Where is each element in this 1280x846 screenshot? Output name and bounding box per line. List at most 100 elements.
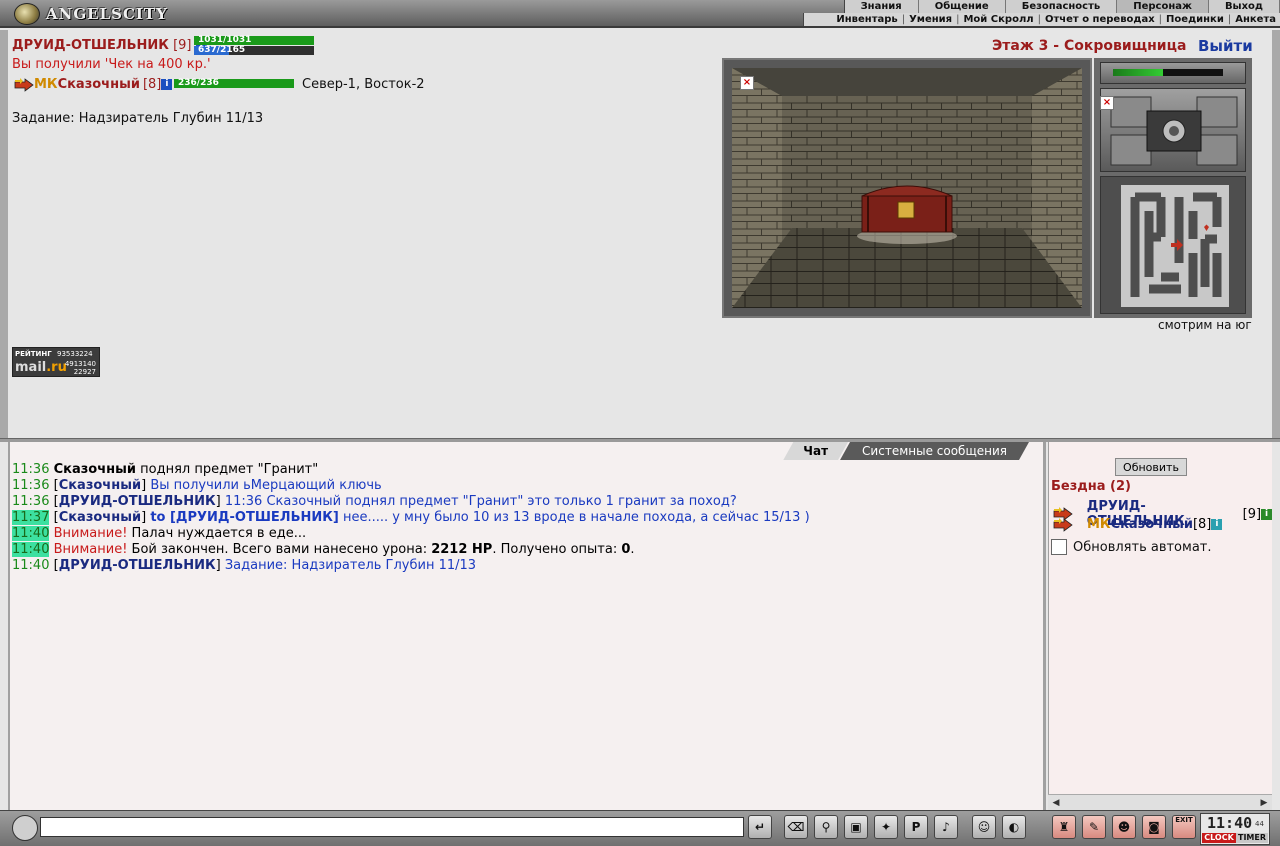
exit-button[interactable]: EXIT	[1172, 815, 1196, 839]
bag-icon[interactable]: ◙	[1142, 815, 1166, 839]
menu-knowledge[interactable]: Знания	[845, 0, 919, 13]
submenu-profile[interactable]: Анкета	[1231, 13, 1280, 26]
eraser-icon[interactable]: ⌫	[784, 815, 808, 839]
info-icon[interactable]: i	[1211, 519, 1223, 530]
auto-refresh[interactable]: Обновлять автомат.	[1051, 539, 1212, 555]
scroll-icon[interactable]: ✎	[1082, 815, 1106, 839]
helmet-icon[interactable]: ◐	[1002, 815, 1026, 839]
chat-input[interactable]	[40, 817, 744, 837]
clock-tab[interactable]: CLOCK	[1202, 833, 1236, 843]
mask-icon[interactable]: ☻	[1112, 815, 1136, 839]
tab-system-messages[interactable]: Системные сообщения	[840, 442, 1029, 460]
companion-level: [8]	[142, 77, 162, 92]
companion-hp-bar: 236/236	[174, 79, 294, 88]
chat-message: 11:36 [ДРУИД-ОТШЕЛЬНИК] 11:36 Сказочный …	[12, 494, 810, 510]
filter-icon[interactable]: ⚲	[814, 815, 838, 839]
clock-time: 11:40	[1207, 814, 1253, 832]
menu-security[interactable]: Безопасность	[1006, 0, 1118, 13]
message-time[interactable]: 11:36	[12, 462, 49, 477]
message-text: Палач нуждается в еде...	[127, 526, 307, 541]
player-hp-bar: 1031/1031	[194, 36, 314, 45]
message-time[interactable]: 11:40	[12, 542, 50, 557]
chat-message: 11:36 Сказочный поднял предмет "Гранит"	[12, 462, 810, 478]
message-time[interactable]: 11:40	[12, 558, 49, 573]
navigation-panel: ×	[1094, 58, 1252, 318]
info-icon[interactable]: i	[1261, 508, 1272, 520]
main-menu: Знания Общение Безопасность Персонаж Вых…	[843, 0, 1280, 13]
player-mana-bar: 637/2165	[194, 46, 314, 55]
player-name[interactable]: ДРУИД-ОТШЕЛЬНИК	[12, 38, 169, 53]
minimap[interactable]	[1100, 176, 1246, 314]
treasure-chest-icon	[857, 185, 957, 244]
message-nick[interactable]: ДРУИД-ОТШЕЛЬНИК	[59, 494, 216, 509]
smile-avatar-button[interactable]	[12, 815, 38, 841]
smiley-icon[interactable]: ☺	[972, 815, 996, 839]
message-nick[interactable]: Сказочный	[59, 478, 141, 493]
sound-icon[interactable]: ♪	[934, 815, 958, 839]
message-nick[interactable]: Сказочный	[59, 510, 141, 525]
submenu-duels[interactable]: Поединки	[1162, 13, 1228, 26]
chat-message: 11:40 Внимание! Бой закончен. Всего вами…	[12, 542, 810, 558]
bottle-icon[interactable]: ♜	[1052, 815, 1076, 839]
message-nick[interactable]: to [ДРУИД-ОТШЕЛЬНИК]	[150, 510, 339, 525]
refresh-button[interactable]: Обновить	[1115, 458, 1187, 476]
submenu-inventory[interactable]: Инвентарь	[832, 13, 901, 26]
game-area: ДРУИД-ОТШЕЛЬНИК [9] i 1031/1031 637/2165…	[0, 30, 1280, 438]
tab-chat[interactable]: Чат	[783, 442, 848, 460]
private-icon[interactable]: P	[904, 815, 928, 839]
move-icon[interactable]: ✦	[874, 815, 898, 839]
message-time[interactable]: 11:37	[12, 510, 50, 525]
dungeon-view[interactable]: ×	[722, 58, 1092, 318]
scroll-right-icon[interactable]: ▶	[1256, 795, 1272, 811]
send-button[interactable]: ↵	[748, 815, 772, 839]
clock-widget: 11:40 44 CLOCK TIMER	[1200, 813, 1270, 845]
clan-icon: МК	[1087, 517, 1111, 532]
player-hp-text: 1031/1031	[198, 35, 252, 45]
auto-refresh-checkbox[interactable]	[1051, 539, 1067, 555]
list-item[interactable]: МК Сказочный [8] i	[1053, 517, 1223, 532]
submenu-transfer-report[interactable]: Отчет о переводах	[1041, 13, 1159, 26]
horizontal-scrollbar[interactable]: ◀ ▶	[1048, 794, 1272, 810]
location-title: Этаж 3 - Сокровищница	[992, 38, 1187, 54]
clock-seconds: 44	[1255, 820, 1264, 828]
message-nick[interactable]: ДРУИД-ОТШЕЛЬНИК	[59, 558, 216, 573]
chat-tabs: Чат Системные сообщения	[783, 442, 1029, 460]
city-emblem-icon	[14, 3, 40, 25]
save-log-icon[interactable]: ▣	[844, 815, 868, 839]
message-text: . Получено опыта:	[492, 542, 622, 557]
message-time[interactable]: 11:36	[12, 478, 49, 493]
rating-counter[interactable]: РЕЙТИНГ 93533224 mail.ru 4913140 22927	[12, 347, 100, 377]
sub-menu: Инвентарь | Умения | Мой Скролл | Отчет о п…	[803, 13, 1280, 26]
movement-compass[interactable]	[1100, 88, 1246, 172]
submenu-my-scroll[interactable]: Мой Скролл	[959, 13, 1037, 26]
facing-direction: смотрим на юг	[1158, 318, 1252, 332]
chat-message: 11:40 [ДРУИД-ОТШЕЛЬНИК] Задание: Надзира…	[12, 558, 810, 574]
menu-exit[interactable]: Выход	[1209, 0, 1280, 13]
location-status-fill	[1113, 69, 1163, 76]
companion-name[interactable]: Сказочный	[58, 77, 140, 92]
message-text: .	[630, 542, 635, 557]
room-name: Бездна (2)	[1051, 479, 1131, 494]
received-message: Вы получили 'Чек на 400 кр.'	[12, 57, 211, 72]
player-line: ДРУИД-ОТШЕЛЬНИК [9] i	[12, 38, 207, 53]
logo[interactable]: ANGELSCITY	[14, 3, 168, 25]
message-time[interactable]: 11:40	[12, 526, 50, 541]
message-text: Внимание!	[53, 526, 128, 541]
message-nick[interactable]: Сказочный	[54, 462, 136, 477]
mailru-logo: mail.ru	[15, 360, 67, 375]
message-text: 11:36 Сказочный поднял предмет "Гранит" …	[224, 494, 737, 509]
exit-link[interactable]: Выйти	[1198, 37, 1253, 55]
timer-tab[interactable]: TIMER	[1236, 833, 1268, 843]
close-icon[interactable]: ×	[1100, 96, 1114, 110]
message-time[interactable]: 11:36	[12, 494, 49, 509]
companion-info-icon[interactable]: i	[161, 79, 173, 90]
menu-communication[interactable]: Общение	[919, 0, 1006, 13]
submenu-skills[interactable]: Умения	[905, 13, 956, 26]
companion-line: МК Сказочный [8] i	[14, 77, 173, 92]
close-icon[interactable]: ×	[740, 76, 754, 90]
scroll-left-icon[interactable]: ◀	[1048, 795, 1064, 811]
chat-message: 11:40 Внимание! Палач нуждается в еде...	[12, 526, 810, 542]
player-name[interactable]: Сказочный	[1111, 517, 1193, 532]
menu-character[interactable]: Персонаж	[1117, 0, 1209, 13]
message-text: Задание: Надзиратель Глубин 11/13	[224, 558, 477, 573]
